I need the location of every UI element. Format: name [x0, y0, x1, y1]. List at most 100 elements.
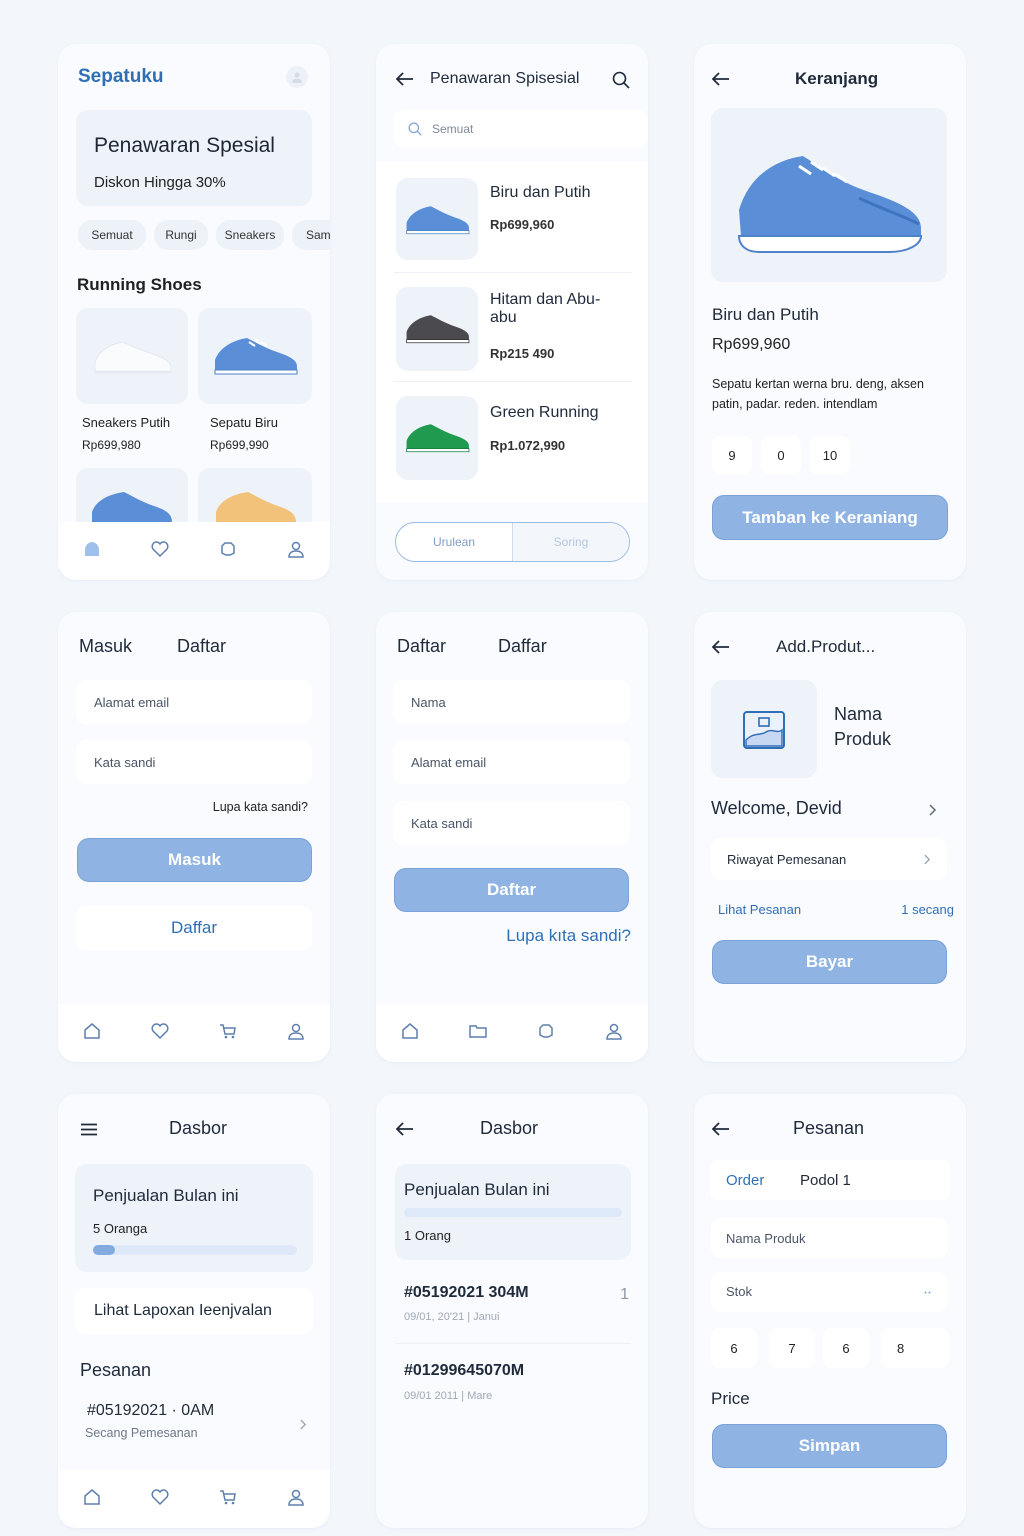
email-field[interactable]: Alamat email — [76, 680, 312, 724]
home-icon[interactable] — [82, 1021, 102, 1046]
heart-icon[interactable] — [150, 1021, 170, 1046]
order-meta: 09/01 2011 | Mare — [404, 1390, 493, 1402]
tab-register[interactable]: Daftar — [177, 636, 226, 657]
back-arrow-icon[interactable] — [394, 1118, 416, 1140]
search-input[interactable]: Semuat — [394, 110, 648, 148]
tab-register[interactable]: Daftar — [397, 636, 446, 657]
pay-button[interactable]: Bayar — [712, 940, 947, 984]
product-list: Biru dan Putih Rp699,960 Hitam dan Abu-a… — [376, 162, 648, 502]
password-field[interactable]: Kata sandi — [76, 740, 312, 784]
chevron-right-icon — [300, 1419, 307, 1430]
search-icon[interactable] — [610, 69, 632, 91]
home-screen: Sepatuku Penawaran Spesial Diskon Hingga… — [58, 44, 330, 580]
welcome-row[interactable]: Welcome, Devid — [711, 796, 951, 824]
register-button[interactable]: Daftar — [394, 868, 629, 912]
promo-banner[interactable]: Penawaran Spesial Diskon Hingga 30% — [76, 110, 312, 206]
bag-icon[interactable] — [218, 539, 238, 564]
chip-lari[interactable]: Rungi — [154, 220, 208, 250]
profile-icon[interactable] — [286, 1487, 306, 1512]
black-sneaker-icon — [406, 315, 470, 344]
forgot-password-link[interactable]: Lupa kıta sandi? — [506, 926, 631, 946]
product-card-image[interactable] — [76, 308, 188, 404]
profile-avatar-icon[interactable] — [286, 66, 308, 88]
product-name-field[interactable]: Nama Produk — [711, 1218, 948, 1258]
profile-icon[interactable] — [286, 539, 306, 564]
folder-icon[interactable] — [468, 1021, 488, 1046]
product-name: Green Running — [490, 404, 599, 421]
tab-order[interactable]: Order — [726, 1172, 764, 1189]
chip-semua[interactable]: Semuat — [78, 220, 146, 250]
bag-icon[interactable] — [536, 1021, 556, 1046]
product-price: Rp699,960 — [712, 336, 791, 353]
chip-sneakers[interactable]: Sneakers — [216, 220, 284, 250]
login-screen: Masuk Daftar Alamat email Kata sandi Lup… — [58, 612, 330, 1062]
stock-value[interactable]: 7 — [769, 1328, 815, 1368]
product-name: Biru dan Putih — [490, 184, 591, 201]
list-item[interactable]: Green Running Rp1.072,990 — [376, 382, 648, 492]
promo-title: Penawaran Spesial — [94, 134, 275, 157]
view-report-button[interactable]: Lihat Lapoxan Ieenjvalan — [75, 1288, 313, 1334]
green-sneaker-icon — [406, 424, 470, 453]
sales-title: Penjualan Bulan ini — [93, 1186, 239, 1205]
profile-icon[interactable] — [286, 1021, 306, 1046]
promo-subtitle: Diskon Hingga 30% — [94, 174, 226, 191]
image-upload[interactable] — [711, 680, 817, 778]
segment-filter[interactable]: Soring — [513, 523, 629, 561]
product-thumbnail — [396, 287, 478, 371]
tab-product[interactable]: Podol 1 — [800, 1172, 851, 1189]
page-title: Pesanan — [793, 1118, 865, 1138]
forgot-password-link[interactable]: Lupa kata sandi? — [213, 800, 308, 814]
back-arrow-icon[interactable] — [710, 636, 732, 658]
sales-progress-bar — [93, 1245, 297, 1255]
product-price: Rp1.072,990 — [490, 438, 566, 453]
size-option[interactable]: 10 — [810, 436, 850, 474]
product-price: Rp215 490 — [490, 346, 555, 361]
view-orders-link[interactable]: Lihat Pesanan — [718, 902, 801, 917]
profile-icon[interactable] — [604, 1021, 624, 1046]
save-button[interactable]: Simpan — [712, 1424, 947, 1468]
cart-icon[interactable] — [218, 1487, 238, 1512]
brand-title: Sepatuku — [78, 66, 164, 87]
cart-icon[interactable] — [218, 1021, 238, 1046]
heart-icon[interactable] — [150, 1487, 170, 1512]
order-history-row[interactable]: Riwayat Pemesanan — [711, 838, 947, 880]
heart-icon[interactable] — [150, 539, 170, 564]
email-field[interactable]: Alamat email — [393, 740, 630, 784]
order-id: #05192021 · 0AM — [87, 1402, 215, 1419]
stock-value[interactable]: 6 — [823, 1328, 869, 1368]
white-sneaker-icon — [94, 341, 172, 374]
size-option[interactable]: 9 — [712, 436, 752, 474]
product-hero-image — [711, 108, 947, 282]
sales-card: Penjualan Bulan ini 1 Orang — [395, 1164, 631, 1260]
menu-icon[interactable] — [78, 1118, 100, 1140]
chip-more[interactable]: Sam — [292, 220, 330, 250]
order-row[interactable]: #05192021 · 0AM Secang Pemesanan — [75, 1394, 313, 1446]
back-arrow-icon[interactable] — [394, 68, 416, 90]
login-button[interactable]: Masuk — [77, 838, 312, 882]
name-field[interactable]: Nama — [393, 680, 630, 724]
list-item[interactable]: Biru dan Putih Rp699,960 — [376, 162, 648, 272]
password-field[interactable]: Kata sandi — [393, 801, 630, 845]
size-option[interactable]: 0 — [761, 436, 801, 474]
order-row[interactable]: #01299645070M 09/01 2011 | Mare — [395, 1356, 631, 1416]
tab-register-alt[interactable]: Daffar — [498, 636, 547, 657]
back-arrow-icon[interactable] — [710, 1118, 732, 1140]
product-card-image[interactable] — [198, 308, 312, 404]
list-item[interactable]: Hitam dan Abu-abu Rp215 490 — [376, 273, 648, 381]
stock-value[interactable]: 6 — [711, 1328, 757, 1368]
stock-field[interactable]: Stok — [711, 1272, 948, 1312]
tab-login[interactable]: Masuk — [79, 636, 132, 657]
segment-sort[interactable]: Urulean — [396, 523, 513, 561]
order-subtitle: Secang Pemesanan — [85, 1426, 198, 1440]
order-form-screen: Pesanan Order Podol 1 Nama Produk Stok 6… — [694, 1094, 966, 1528]
home-icon[interactable] — [82, 539, 102, 564]
stock-value[interactable]: 8 — [881, 1328, 949, 1368]
home-icon[interactable] — [82, 1487, 102, 1512]
register-button[interactable]: Daffar — [76, 906, 312, 950]
order-row[interactable]: #05192021 304M 09/01, 20'21 | Janui 1 — [395, 1276, 631, 1342]
home-icon[interactable] — [400, 1021, 420, 1046]
cart-screen: Keranjang Biru dan Putih Rp699,960 Sepat… — [694, 44, 966, 580]
add-to-cart-button[interactable]: Tamban ke Keraniang — [712, 495, 948, 540]
order-meta: 09/01, 20'21 | Janui — [404, 1311, 500, 1323]
back-arrow-icon[interactable] — [710, 68, 732, 90]
